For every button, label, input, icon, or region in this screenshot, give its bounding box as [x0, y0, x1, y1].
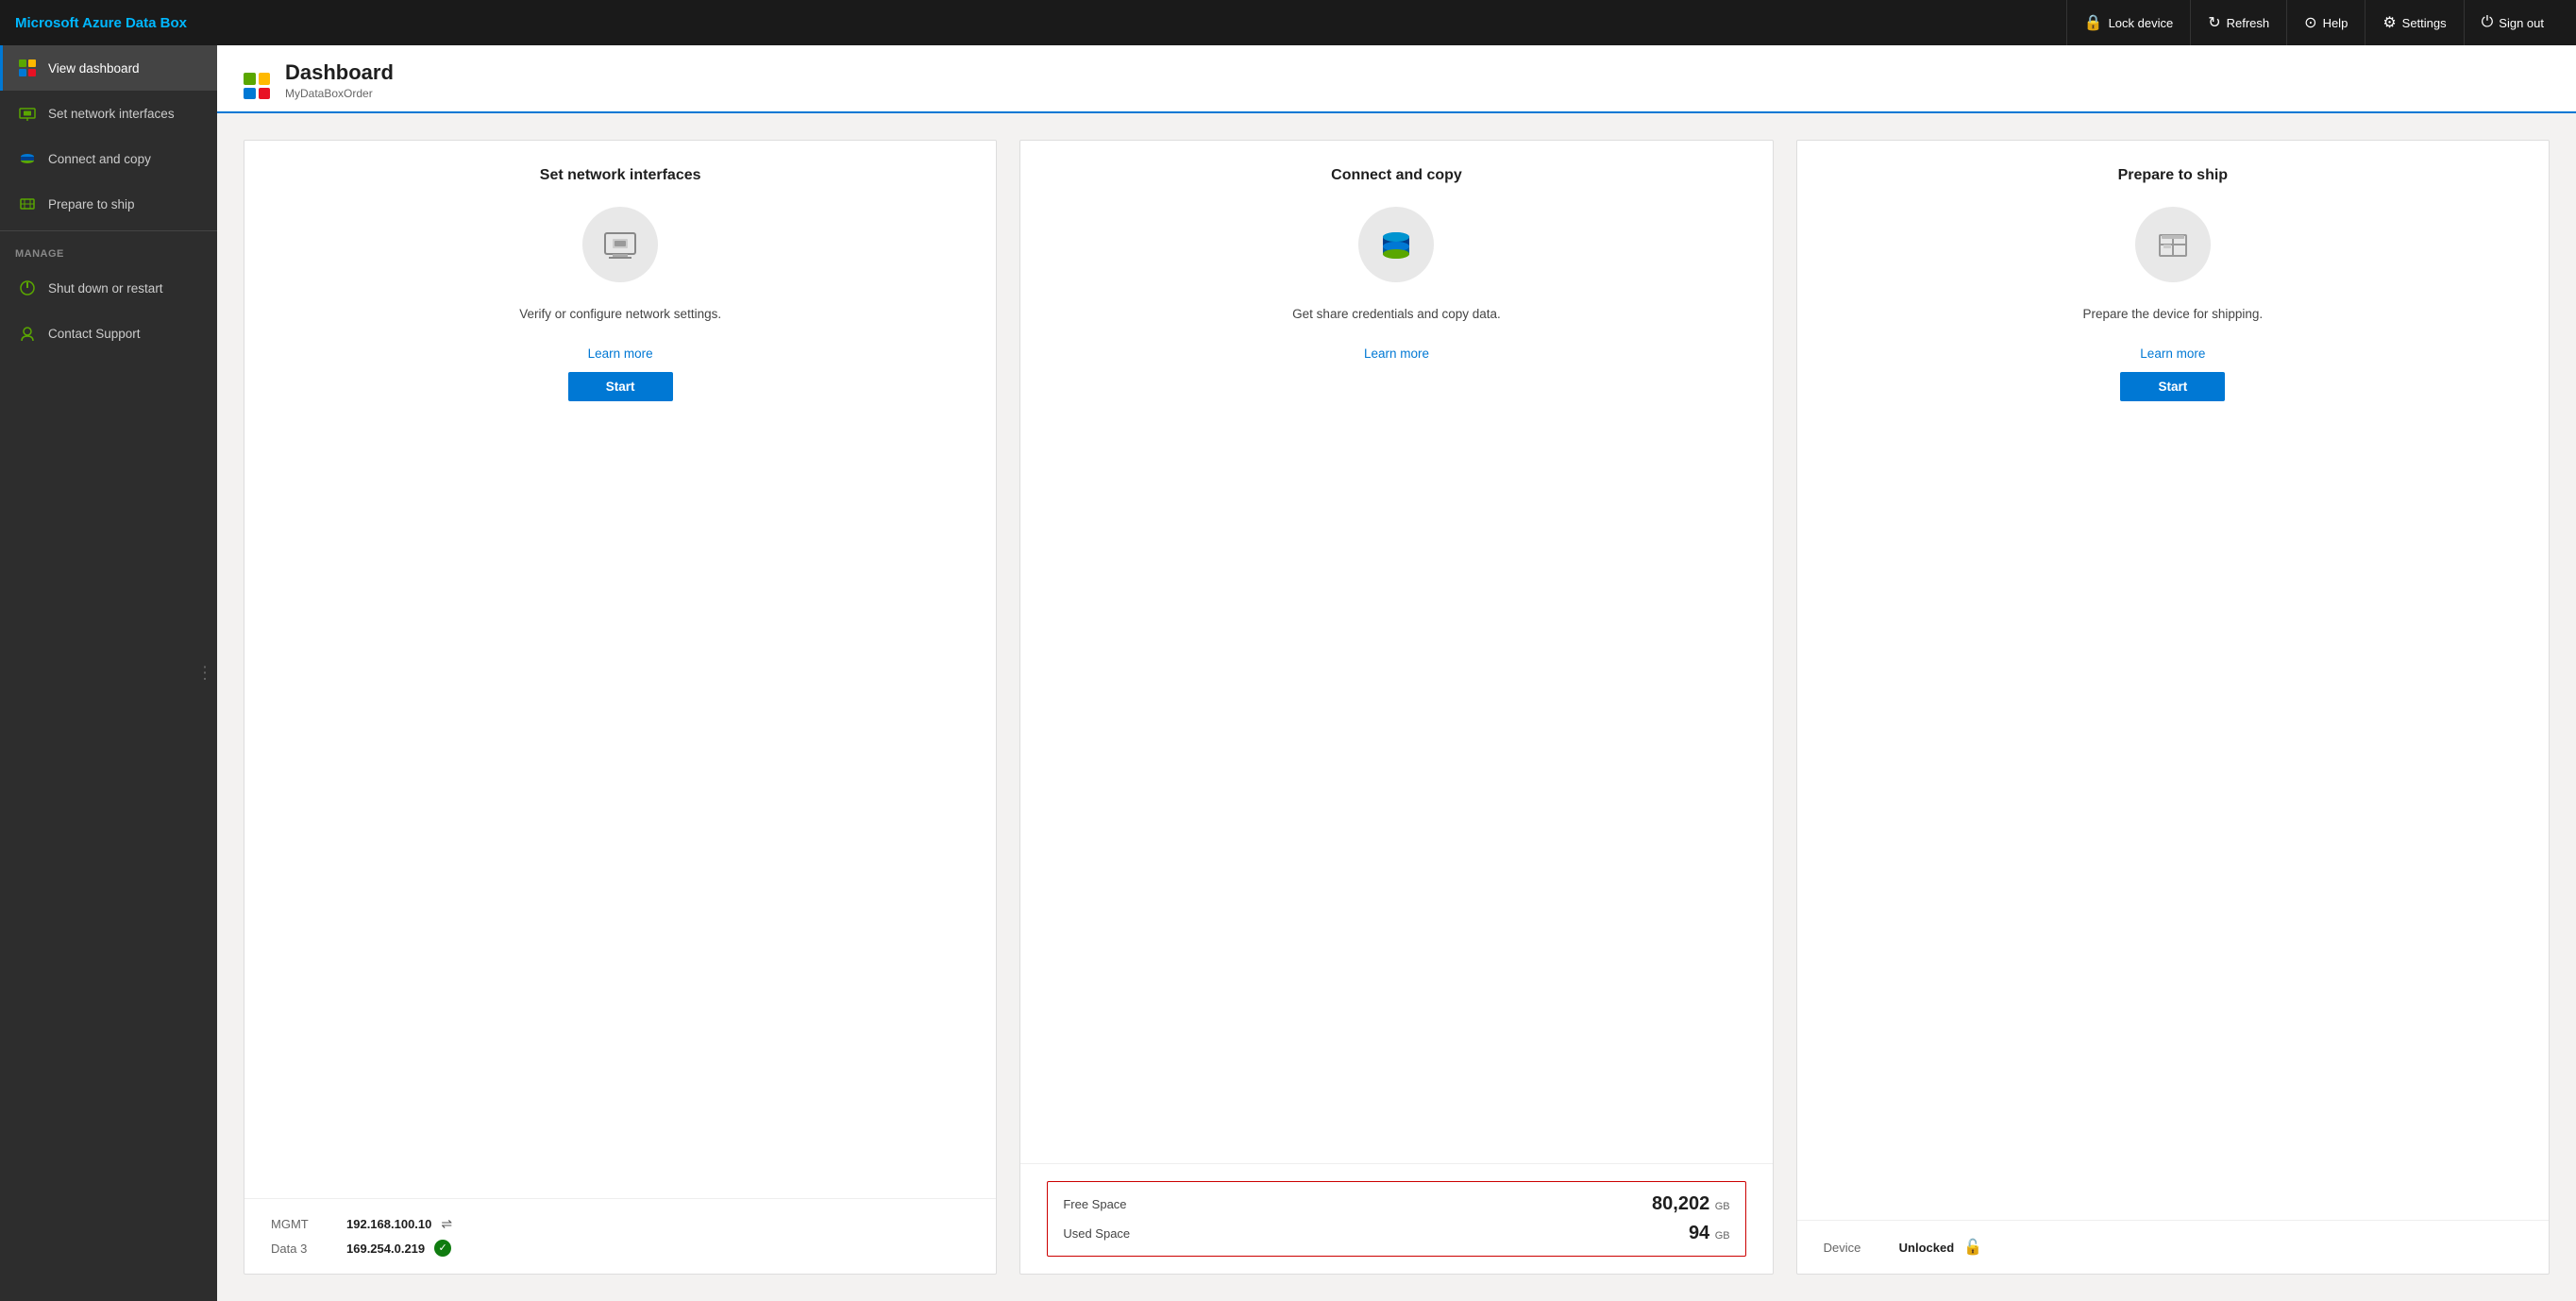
sidebar-label-shut-down-restart: Shut down or restart	[48, 281, 163, 296]
used-space-row: Used Space 94 GB	[1063, 1223, 1729, 1244]
sidebar-item-view-dashboard[interactable]: View dashboard	[0, 45, 217, 91]
card-learn-more-connect[interactable]: Learn more	[1364, 346, 1429, 361]
page-subtitle: MyDataBoxOrder	[285, 87, 394, 100]
help-icon: ⊙	[2304, 13, 2316, 32]
sign-out-icon: ⏻	[2482, 14, 2494, 31]
page-header: Dashboard MyDataBoxOrder	[217, 45, 2576, 113]
free-space-value: 80,202 GB	[1652, 1193, 1730, 1215]
sidebar-manage-label: MANAGE	[0, 235, 217, 265]
card-connect-and-copy: Connect and copy	[1019, 140, 1773, 1275]
card-start-btn-network[interactable]: Start	[568, 372, 673, 401]
settings-button[interactable]: ⚙ Settings	[2365, 0, 2463, 45]
sidebar-label-view-dashboard: View dashboard	[48, 61, 140, 76]
footer-row-mgmt: MGMT 192.168.100.10 ⇌	[271, 1216, 969, 1232]
card-desc-network: Verify or configure network settings.	[519, 305, 721, 324]
page-header-icon	[244, 73, 270, 99]
page-header-text: Dashboard MyDataBoxOrder	[285, 60, 394, 111]
card-learn-more-ship[interactable]: Learn more	[2140, 346, 2205, 361]
support-icon	[18, 324, 37, 343]
network-link-icon: ⇌	[441, 1216, 452, 1232]
used-space-value: 94 GB	[1689, 1223, 1730, 1244]
card-desc-ship: Prepare the device for shipping.	[2083, 305, 2264, 324]
card-title-connect: Connect and copy	[1331, 167, 1462, 184]
card-set-network-interfaces: Set network interfaces Verify or configu…	[244, 140, 997, 1275]
card-prepare-to-ship-body: Prepare to ship Prepare the device fo	[1797, 141, 2549, 1221]
sidebar-label-connect-and-copy: Connect and copy	[48, 152, 151, 166]
free-space-row: Free Space 80,202 GB	[1063, 1193, 1729, 1215]
footer-value-mgmt: 192.168.100.10	[346, 1217, 431, 1231]
sidebar-item-contact-support[interactable]: Contact Support	[0, 311, 217, 356]
footer-label-mgmt: MGMT	[271, 1217, 337, 1231]
card-icon-network	[582, 207, 658, 282]
card-title-network: Set network interfaces	[540, 167, 701, 184]
sidebar-label-set-network-interfaces: Set network interfaces	[48, 107, 175, 121]
settings-icon: ⚙	[2382, 13, 2396, 32]
card-icon-ship	[2135, 207, 2211, 282]
footer-label-data3: Data 3	[271, 1242, 337, 1256]
free-space-label: Free Space	[1063, 1197, 1126, 1211]
topbar: Microsoft Azure Data Box 🔒 Lock device ↻…	[0, 0, 2576, 45]
app-title: Microsoft Azure Data Box	[15, 15, 2066, 31]
card-desc-connect: Get share credentials and copy data.	[1292, 305, 1501, 324]
card-title-ship: Prepare to ship	[2118, 167, 2228, 184]
footer-value-device: Unlocked	[1899, 1241, 1955, 1255]
unlock-icon: 🔓	[1963, 1238, 1982, 1257]
help-button[interactable]: ⊙ Help	[2286, 0, 2365, 45]
connect-copy-icon	[18, 149, 37, 168]
card-connect-and-copy-body: Connect and copy	[1020, 141, 1772, 1164]
refresh-icon: ↻	[2208, 13, 2220, 32]
footer-row-data3: Data 3 169.254.0.219 ✓	[271, 1240, 969, 1257]
topbar-actions: 🔒 Lock device ↻ Refresh ⊙ Help ⚙ Setting…	[2066, 0, 2561, 45]
ship-icon	[18, 194, 37, 213]
card-footer-ship: Device Unlocked 🔓	[1797, 1221, 2549, 1274]
card-prepare-to-ship: Prepare to ship Prepare the device fo	[1796, 140, 2550, 1275]
used-space-unit: GB	[1715, 1230, 1730, 1242]
check-icon-data3: ✓	[434, 1240, 451, 1257]
card-set-network-interfaces-body: Set network interfaces Verify or configu…	[244, 141, 996, 1199]
card-footer-connect: Free Space 80,202 GB Used Space 94 GB	[1020, 1164, 1772, 1274]
footer-label-device: Device	[1824, 1241, 1890, 1255]
card-start-btn-ship[interactable]: Start	[2120, 372, 2225, 401]
network-icon	[18, 104, 37, 123]
dashboard-grid-icon	[18, 59, 37, 77]
main-layout: View dashboard Set network interfaces	[0, 45, 2576, 1301]
free-space-unit: GB	[1715, 1201, 1730, 1212]
sidebar-item-shut-down-restart[interactable]: Shut down or restart	[0, 265, 217, 311]
space-box: Free Space 80,202 GB Used Space 94 GB	[1047, 1181, 1745, 1257]
footer-value-data3: 169.254.0.219	[346, 1242, 425, 1256]
sidebar-resize-handle[interactable]: ⋮	[193, 656, 217, 691]
used-space-label: Used Space	[1063, 1226, 1130, 1241]
sidebar-label-contact-support: Contact Support	[48, 327, 141, 341]
sidebar-divider	[0, 230, 217, 231]
content-area: Dashboard MyDataBoxOrder Set network int…	[217, 45, 2576, 1301]
page-title: Dashboard	[285, 60, 394, 85]
sidebar: View dashboard Set network interfaces	[0, 45, 217, 1301]
sidebar-label-prepare-to-ship: Prepare to ship	[48, 197, 135, 211]
card-footer-network: MGMT 192.168.100.10 ⇌ Data 3 169.254.0.2…	[244, 1199, 996, 1274]
cards-area: Set network interfaces Verify or configu…	[217, 113, 2576, 1301]
lock-icon: 🔒	[2084, 13, 2103, 32]
card-icon-connect	[1358, 207, 1434, 282]
sidebar-item-prepare-to-ship[interactable]: Prepare to ship	[0, 181, 217, 227]
sign-out-button[interactable]: ⏻ Sign out	[2464, 0, 2561, 45]
footer-row-device: Device Unlocked 🔓	[1824, 1238, 2522, 1257]
power-icon	[18, 279, 37, 297]
sidebar-item-set-network-interfaces[interactable]: Set network interfaces	[0, 91, 217, 136]
lock-device-button[interactable]: 🔒 Lock device	[2066, 0, 2191, 45]
card-learn-more-network[interactable]: Learn more	[588, 346, 653, 361]
refresh-button[interactable]: ↻ Refresh	[2190, 0, 2286, 45]
sidebar-item-connect-and-copy[interactable]: Connect and copy	[0, 136, 217, 181]
